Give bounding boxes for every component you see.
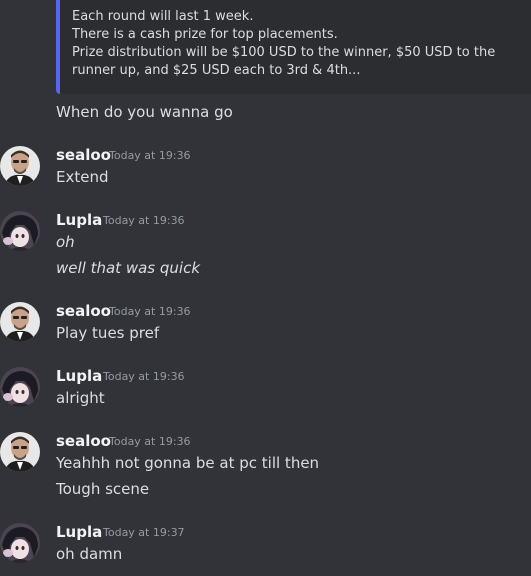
timestamp: Today at 19:36 [109, 149, 191, 162]
username[interactable]: Lupla [56, 210, 102, 230]
embed-line: runner up, and $25 USD each to 3rd & 4th… [72, 63, 361, 78]
message-text: oh damn [56, 545, 123, 563]
timestamp: Today at 19:37 [103, 526, 185, 539]
message-text: oh [56, 233, 75, 251]
username[interactable]: sealoo [56, 145, 111, 165]
username[interactable]: Lupla [56, 522, 102, 542]
avatar-sealoo[interactable] [0, 302, 40, 342]
message-text: well that was quick [56, 259, 201, 277]
avatar-lupla[interactable] [0, 523, 40, 563]
embed-quote: Each round will last 1 week. There is a … [56, 0, 531, 94]
embed-line: Prize distribution will be $100 USD to t… [72, 45, 496, 60]
embed-line: There is a cash prize for top placements… [72, 27, 338, 42]
message-text: Yeahhh not gonna be at pc till then [56, 454, 320, 472]
message-text: Tough scene [56, 480, 150, 498]
chat-log: Each round will last 1 week. There is a … [0, 0, 531, 576]
message-text: When do you wanna go [56, 103, 233, 121]
message-text: Extend [56, 168, 109, 186]
avatar-lupla[interactable] [0, 367, 40, 407]
avatar-sealoo[interactable] [0, 432, 40, 472]
avatar-lupla[interactable] [0, 211, 40, 251]
timestamp: Today at 19:36 [109, 435, 191, 448]
message-text: Play tues pref [56, 324, 160, 342]
message-text: alright [56, 389, 105, 407]
username[interactable]: sealoo [56, 301, 111, 321]
timestamp: Today at 19:36 [103, 370, 185, 383]
username[interactable]: Lupla [56, 366, 102, 386]
embed-line: Each round will last 1 week. [72, 9, 254, 24]
avatar-sealoo[interactable] [0, 146, 40, 186]
timestamp: Today at 19:36 [109, 305, 191, 318]
timestamp: Today at 19:36 [103, 214, 185, 227]
username[interactable]: sealoo [56, 431, 111, 451]
